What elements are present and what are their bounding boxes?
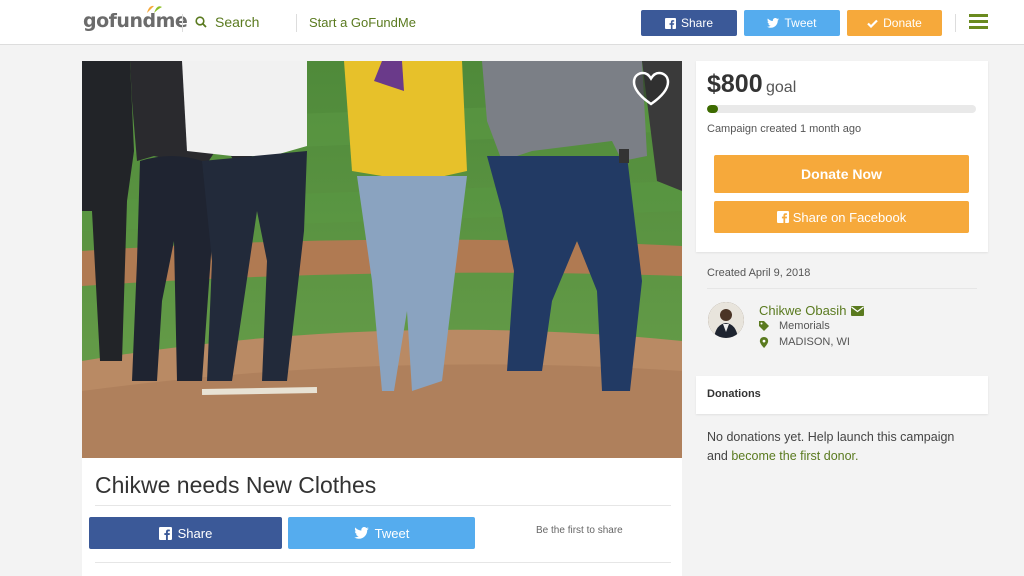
twitter-icon [767,18,780,28]
campaign-share-label: Share [177,525,213,541]
gofundme-logo[interactable]: gofundme [83,5,188,32]
details-separator [707,288,977,289]
campaign-tweet-button[interactable]: Tweet [288,517,475,549]
goal-amount: $800 [707,70,763,98]
share-on-facebook-label: Share on Facebook [792,209,907,225]
hamburger-menu-icon[interactable] [969,14,988,30]
campaign-created-ago: Campaign created 1 month ago [707,123,862,135]
goal-label: goal [766,79,797,96]
start-gofundme-link[interactable]: Start a GoFundMe [309,15,416,30]
organizer-link[interactable]: Chikwe Obasih [759,303,865,318]
category-line: Memorials [759,320,830,332]
organizer-name: Chikwe Obasih [759,303,847,318]
twitter-icon [353,527,369,539]
header-donate-button[interactable]: Donate [847,10,942,36]
category-label[interactable]: Memorials [779,320,830,332]
organizer-photo [708,302,744,338]
header-tweet-button[interactable]: Tweet [744,10,840,36]
goal-progress-fill [707,105,718,113]
created-date: Created April 9, 2018 [707,267,811,279]
location-line: MADISON, WI [759,336,850,348]
facebook-icon [158,526,172,540]
check-icon [867,19,878,28]
tag-icon [759,321,769,331]
title-separator [95,505,671,506]
search-icon [195,16,207,28]
header-divider [296,14,297,32]
favorite-heart-icon[interactable] [632,71,670,107]
location-label: MADISON, WI [779,336,850,348]
top-header: gofundme Search Start a GoFundMe Share T… [0,0,1024,45]
map-pin-icon [759,336,769,348]
header-share-label: Share [680,16,714,30]
facebook-icon [776,211,789,223]
share-on-facebook-button[interactable]: Share on Facebook [714,201,969,233]
logo-text: gofundme [83,10,188,32]
avatar[interactable] [708,302,744,338]
search-label: Search [215,14,260,30]
header-divider [182,14,183,32]
share-separator [95,562,671,563]
logo-icon [147,5,162,13]
header-donate-label: Donate [883,16,922,30]
campaign-facebook-share-button[interactable]: Share [89,517,282,549]
become-first-donor-link[interactable]: become the first donor. [731,449,858,463]
header-facebook-share-button[interactable]: Share [641,10,737,36]
goal-progress-bar [707,105,976,113]
facebook-icon [664,17,676,29]
search-button[interactable]: Search [195,14,259,30]
header-divider [955,14,956,32]
no-donations-text: No donations yet. Help launch this campa… [707,428,977,466]
donations-heading: Donations [707,388,761,400]
campaign-tweet-label: Tweet [374,525,410,541]
campaign-title: Chikwe needs New Clothes [95,472,377,498]
envelope-icon[interactable] [851,305,865,316]
campaign-photo [82,61,682,458]
header-tweet-label: Tweet [784,16,817,30]
campaign-image [82,61,682,458]
first-share-text: Be the first to share [536,525,623,536]
donate-now-button[interactable]: Donate Now [714,155,969,193]
